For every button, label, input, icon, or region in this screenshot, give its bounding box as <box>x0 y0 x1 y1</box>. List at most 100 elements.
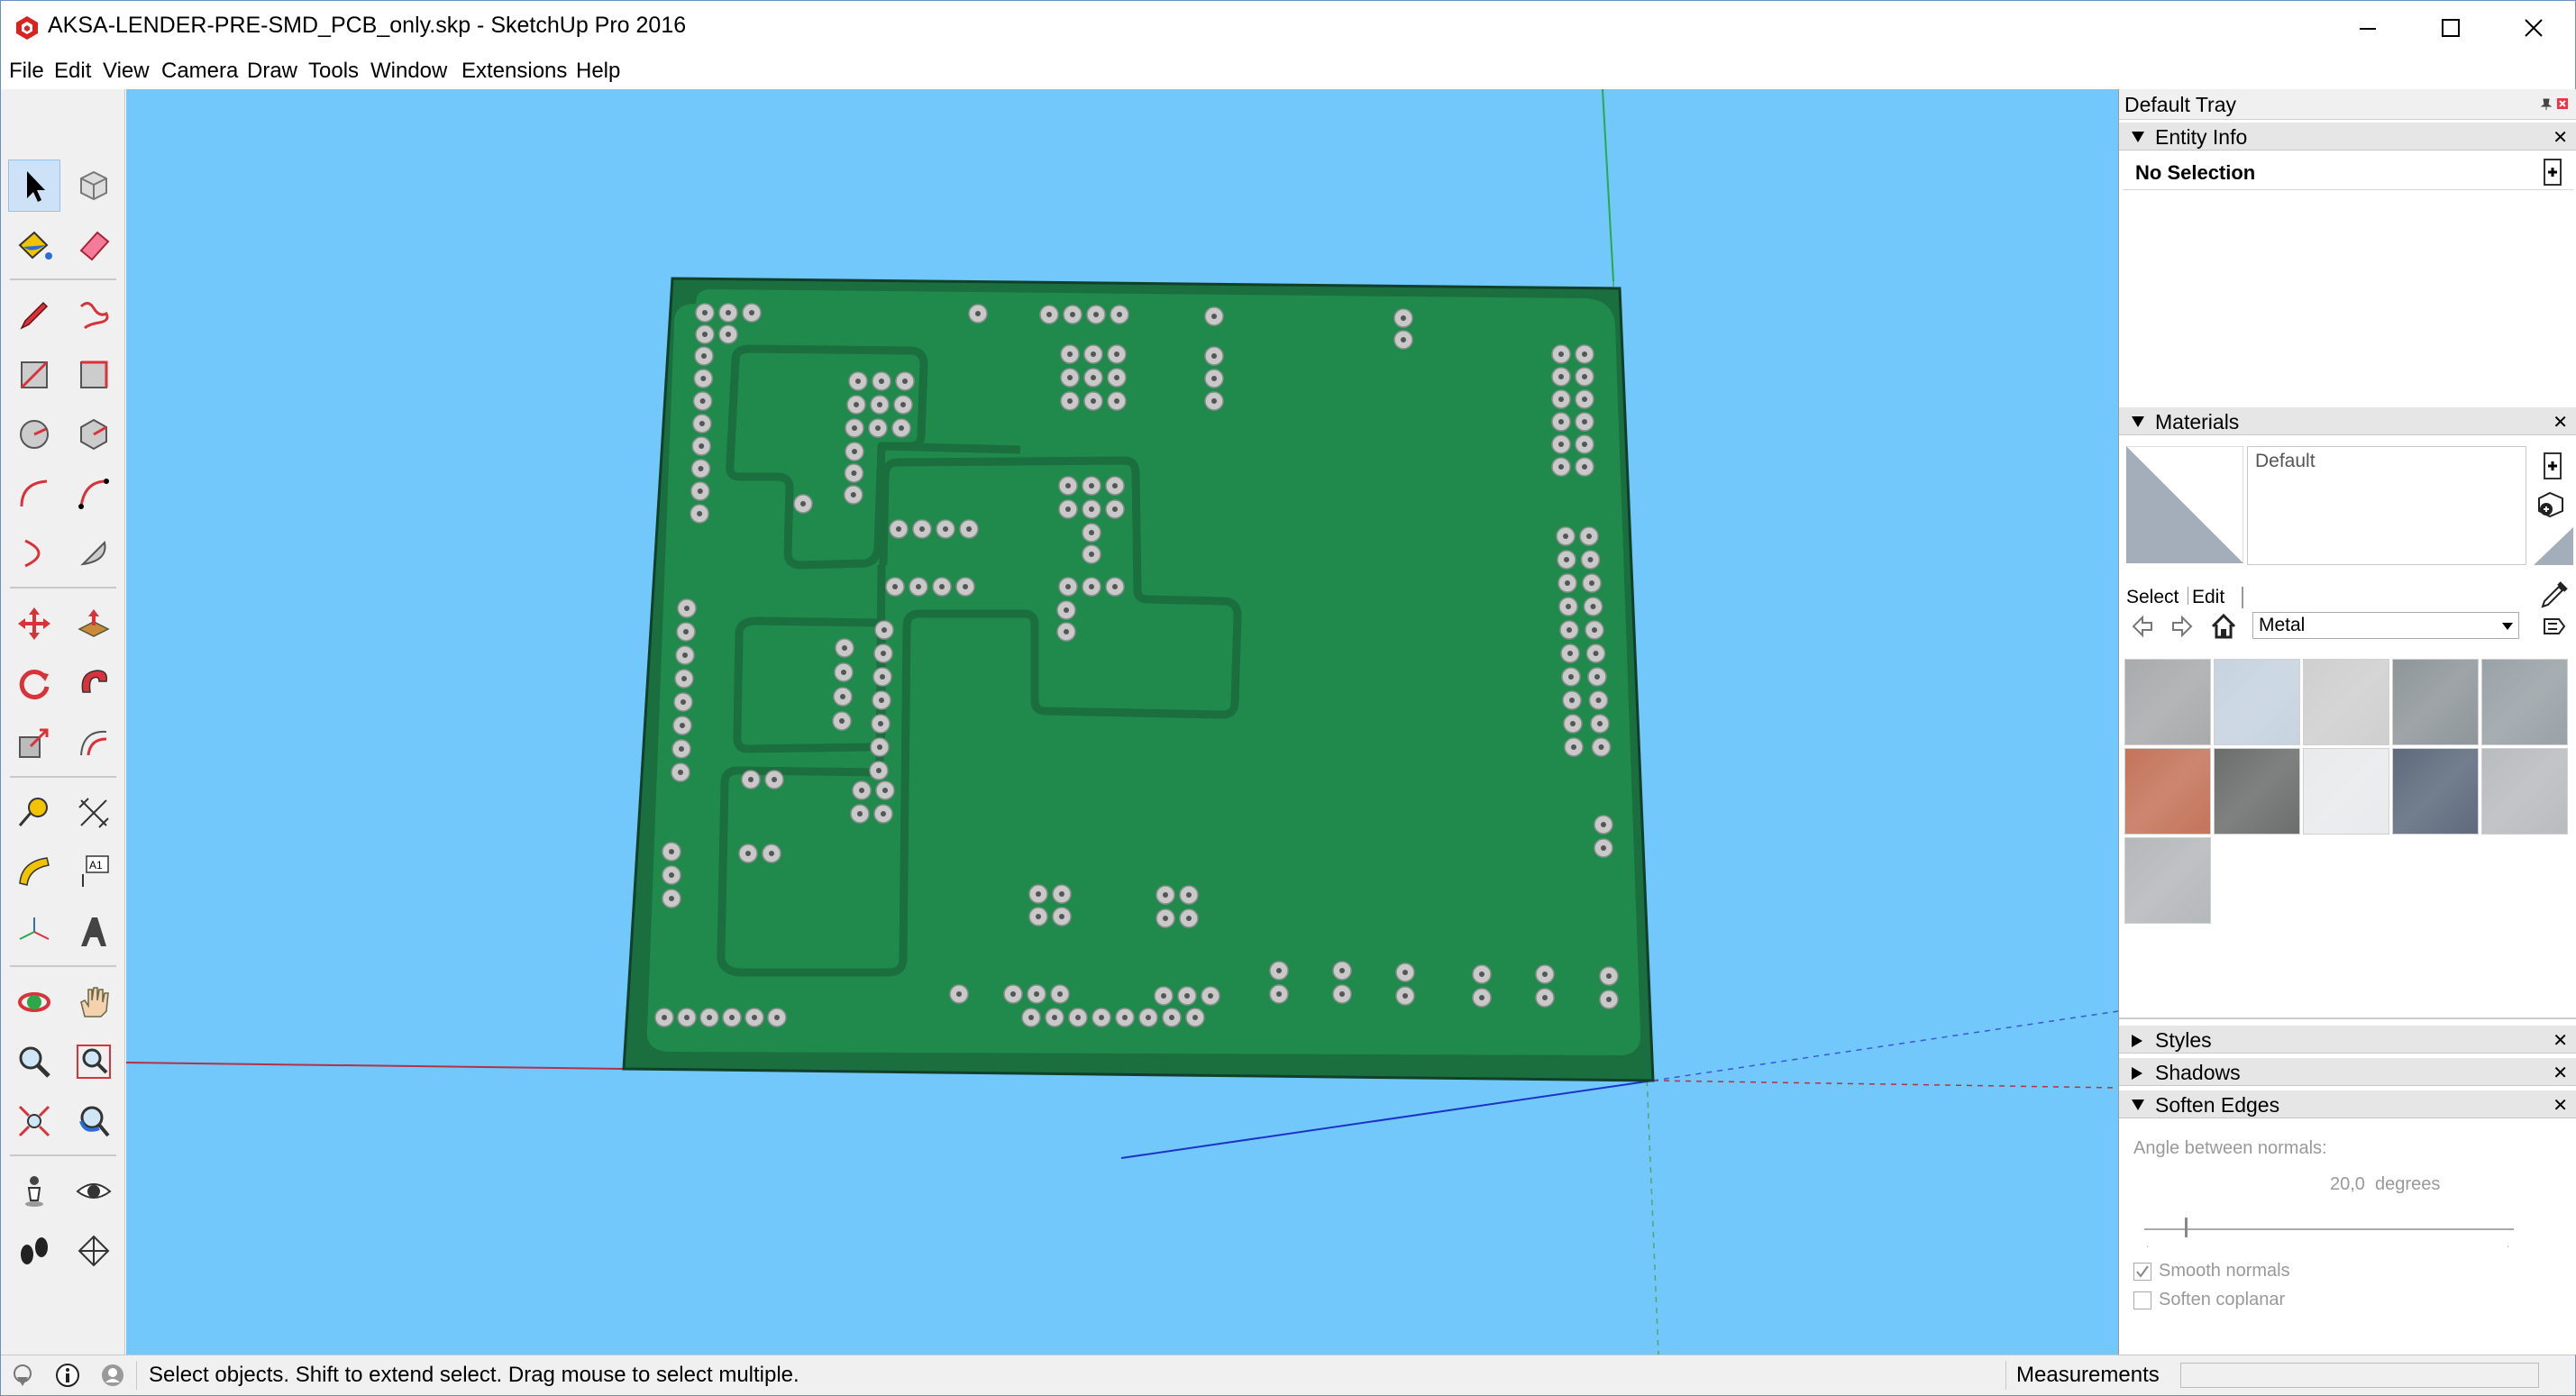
tray-close-icon[interactable] <box>2557 98 2568 109</box>
material-sample-icon[interactable] <box>2535 489 2566 520</box>
two-point-arc-tool[interactable] <box>68 468 120 520</box>
material-swatch[interactable] <box>2392 748 2479 835</box>
pcb-pad-hole <box>1091 398 1096 404</box>
details-menu-icon[interactable] <box>2541 614 2568 639</box>
close-icon[interactable]: ✕ <box>2553 1062 2568 1084</box>
zoom-tool[interactable] <box>8 1036 60 1088</box>
geo-location-icon[interactable] <box>10 1363 35 1388</box>
menu-draw[interactable]: Draw <box>247 59 297 84</box>
menu-tools[interactable]: Tools <box>308 59 359 84</box>
smooth-normals-checkbox[interactable] <box>2133 1263 2151 1281</box>
pie-tool[interactable] <box>68 527 120 579</box>
close-icon[interactable]: ✕ <box>2553 126 2568 149</box>
material-swatch[interactable] <box>2124 659 2211 745</box>
pcb-board-top[interactable] <box>646 289 1641 1055</box>
pan-tool[interactable] <box>68 976 120 1028</box>
home-icon[interactable] <box>2209 612 2238 641</box>
pcb-pad-hole <box>1117 312 1122 317</box>
material-swatch[interactable] <box>2303 748 2389 835</box>
menu-extensions[interactable]: Extensions <box>461 59 567 84</box>
angle-slider-thumb[interactable] <box>2185 1218 2188 1237</box>
collection-dropdown[interactable]: Metal <box>2252 612 2519 639</box>
three-point-arc-tool[interactable] <box>8 527 60 579</box>
material-swatch[interactable] <box>2124 837 2211 924</box>
entity-info-header[interactable]: Entity Info ✕ <box>2119 122 2576 151</box>
3d-text-tool[interactable] <box>68 906 120 958</box>
orbit-tool[interactable] <box>8 976 60 1028</box>
line-tool[interactable] <box>8 289 60 342</box>
info-icon[interactable] <box>55 1363 80 1388</box>
paint-bucket-tool[interactable] <box>8 219 60 271</box>
push-pull-tool[interactable] <box>68 598 120 650</box>
maximize-button[interactable] <box>2409 1 2492 55</box>
menu-view[interactable]: View <box>103 59 150 84</box>
material-swatch[interactable] <box>2481 659 2568 745</box>
circle-tool[interactable] <box>8 408 60 461</box>
select-tool[interactable] <box>8 160 60 212</box>
minimize-button[interactable] <box>2326 1 2409 55</box>
section-plane-icon <box>78 1235 110 1267</box>
walk-tool[interactable] <box>8 1225 60 1277</box>
previous-view-tool[interactable] <box>68 1095 120 1147</box>
materials-header[interactable]: Materials ✕ <box>2119 406 2576 435</box>
shadows-header[interactable]: Shadows ✕ <box>2119 1057 2576 1086</box>
arc-tool[interactable] <box>8 468 60 520</box>
eraser-tool[interactable] <box>68 219 120 271</box>
menu-camera[interactable]: Camera <box>161 59 238 84</box>
axes-tool[interactable] <box>8 906 60 958</box>
pcb-pad-hole <box>1192 1015 1198 1020</box>
close-window-button[interactable] <box>2492 1 2575 55</box>
freehand-tool[interactable] <box>68 289 120 342</box>
close-icon[interactable]: ✕ <box>2553 411 2568 433</box>
offset-tool[interactable] <box>68 716 120 769</box>
default-material-icon[interactable] <box>2534 527 2573 565</box>
rotate-tool[interactable] <box>8 657 60 709</box>
rotated-rectangle-tool[interactable] <box>68 349 120 401</box>
menu-window[interactable]: Window <box>370 59 447 84</box>
soften-edges-header[interactable]: Soften Edges ✕ <box>2119 1090 2576 1118</box>
material-name-field[interactable]: Default <box>2247 446 2526 565</box>
zoom-extents-tool[interactable] <box>8 1095 60 1147</box>
material-swatch[interactable] <box>2214 748 2300 835</box>
text-tool[interactable]: A1 <box>68 846 120 899</box>
tape-measure-tool[interactable] <box>8 787 60 839</box>
expand-details-icon[interactable] <box>2543 158 2562 187</box>
dimension-tool[interactable] <box>68 787 120 839</box>
polygon-tool[interactable] <box>68 408 120 461</box>
back-arrow-icon[interactable] <box>2130 614 2155 639</box>
pin-icon[interactable] <box>2541 98 2552 111</box>
close-icon[interactable]: ✕ <box>2553 1094 2568 1117</box>
menu-file[interactable]: File <box>9 59 44 84</box>
section-plane-tool[interactable] <box>68 1225 120 1277</box>
select-icon <box>27 171 45 202</box>
user-account-icon[interactable] <box>100 1363 125 1388</box>
menu-help[interactable]: Help <box>576 59 620 84</box>
protractor-tool[interactable] <box>8 846 60 899</box>
material-swatch[interactable] <box>2124 748 2211 835</box>
rectangle-tool[interactable] <box>8 349 60 401</box>
follow-me-tool[interactable] <box>68 657 120 709</box>
move-tool[interactable] <box>8 598 60 650</box>
create-material-icon[interactable] <box>2543 452 2562 480</box>
tab-edit[interactable]: Edit <box>2188 587 2224 605</box>
scale-tool[interactable] <box>8 716 60 769</box>
drawing-viewport[interactable] <box>126 89 2118 1355</box>
close-icon[interactable]: ✕ <box>2553 1029 2568 1052</box>
material-swatch[interactable] <box>2214 659 2300 745</box>
position-camera-tool[interactable] <box>8 1165 60 1218</box>
component-tool[interactable] <box>68 160 120 212</box>
forward-arrow-icon[interactable] <box>2170 614 2195 639</box>
tray-header: Default Tray <box>2119 89 2576 120</box>
eyedropper-icon[interactable] <box>2539 579 2570 610</box>
soften-coplanar-checkbox[interactable] <box>2133 1291 2151 1309</box>
menu-edit[interactable]: Edit <box>54 59 91 84</box>
look-around-tool[interactable] <box>68 1165 120 1218</box>
zoom-window-tool[interactable] <box>68 1036 120 1088</box>
angle-slider-track[interactable] <box>2144 1228 2514 1230</box>
material-swatch[interactable] <box>2481 748 2568 835</box>
styles-header[interactable]: Styles ✕ <box>2119 1025 2576 1054</box>
material-swatch[interactable] <box>2303 659 2389 745</box>
material-swatch[interactable] <box>2392 659 2479 745</box>
tab-select[interactable]: Select <box>2126 587 2179 608</box>
measurements-input[interactable] <box>2180 1363 2539 1388</box>
